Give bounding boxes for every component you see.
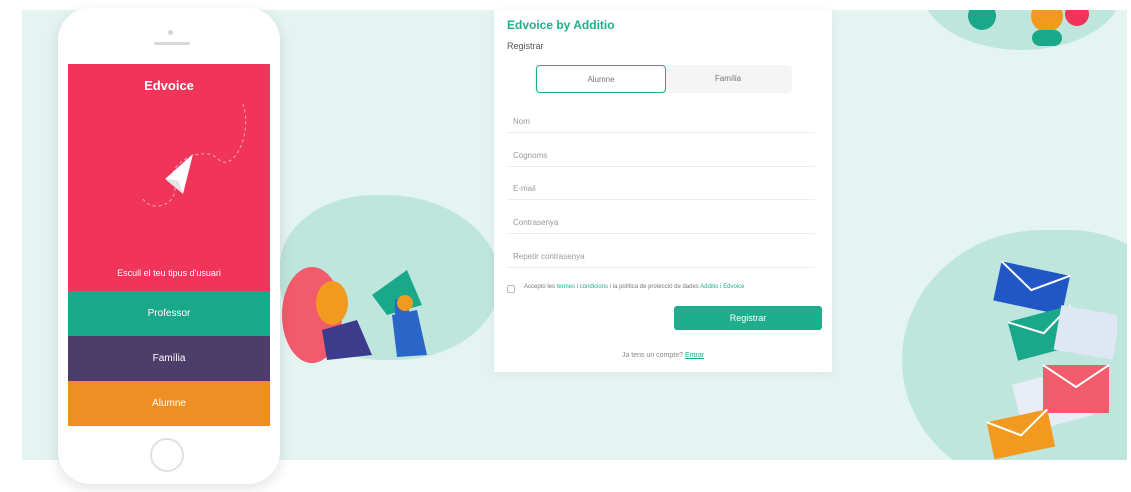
terms-prefix: Accepto les: [524, 284, 556, 290]
toggle-familia[interactable]: Família: [666, 65, 790, 91]
user-type-toggle: Alumne Família: [534, 65, 792, 93]
megaphone-illustration: [282, 267, 427, 363]
cognoms-field[interactable]: [507, 145, 815, 167]
form-subtitle: Registrar: [507, 41, 544, 51]
registration-card: Edvoice by Additio Registrar Alumne Famí…: [494, 10, 832, 372]
people-illustration-top: [968, 10, 1089, 46]
phone-home-button: [150, 438, 184, 472]
login-link[interactable]: Entrar: [685, 352, 704, 359]
email-field[interactable]: [507, 178, 815, 200]
splash-panel: Edvoice Escull el teu tipus d'usuari: [68, 64, 270, 291]
phone-screen: Edvoice Escull el teu tipus d'usuari Pro…: [68, 64, 270, 426]
envelopes-illustration: [986, 260, 1117, 460]
privacy-link[interactable]: Additio i Edvoice: [700, 284, 744, 290]
user-type-prompt: Escull el teu tipus d'usuari: [117, 268, 221, 278]
password-field[interactable]: [507, 212, 815, 234]
paper-plane-icon: [142, 103, 247, 207]
nom-field[interactable]: [507, 111, 815, 133]
terms-link[interactable]: termes i condicions: [557, 284, 608, 290]
login-prompt-text: Ja tens un compte?: [621, 352, 684, 359]
toggle-alumne[interactable]: Alumne: [536, 65, 666, 93]
user-type-professor[interactable]: Professor: [68, 291, 270, 336]
terms-checkbox[interactable]: [507, 285, 515, 293]
phone-mockup: Edvoice Escull el teu tipus d'usuari Pro…: [58, 8, 280, 484]
login-prompt: Ja tens un compte? Entrar: [494, 352, 832, 359]
repeat-password-field[interactable]: [507, 246, 815, 268]
terms-middle: i la política de protecció de dades: [609, 284, 699, 290]
phone-speaker: [154, 42, 190, 45]
register-button[interactable]: Registrar: [674, 306, 822, 330]
form-title: Edvoice by Additio: [507, 18, 615, 32]
phone-camera: [168, 30, 173, 35]
user-type-alumne-label: Alumne: [152, 398, 186, 409]
user-type-familia[interactable]: Família: [68, 336, 270, 381]
user-type-alumne[interactable]: Alumne: [68, 381, 270, 426]
terms-text: Accepto les termes i condicions i la pol…: [524, 284, 745, 290]
user-type-familia-label: Família: [152, 353, 186, 364]
user-type-professor-label: Professor: [147, 308, 191, 319]
